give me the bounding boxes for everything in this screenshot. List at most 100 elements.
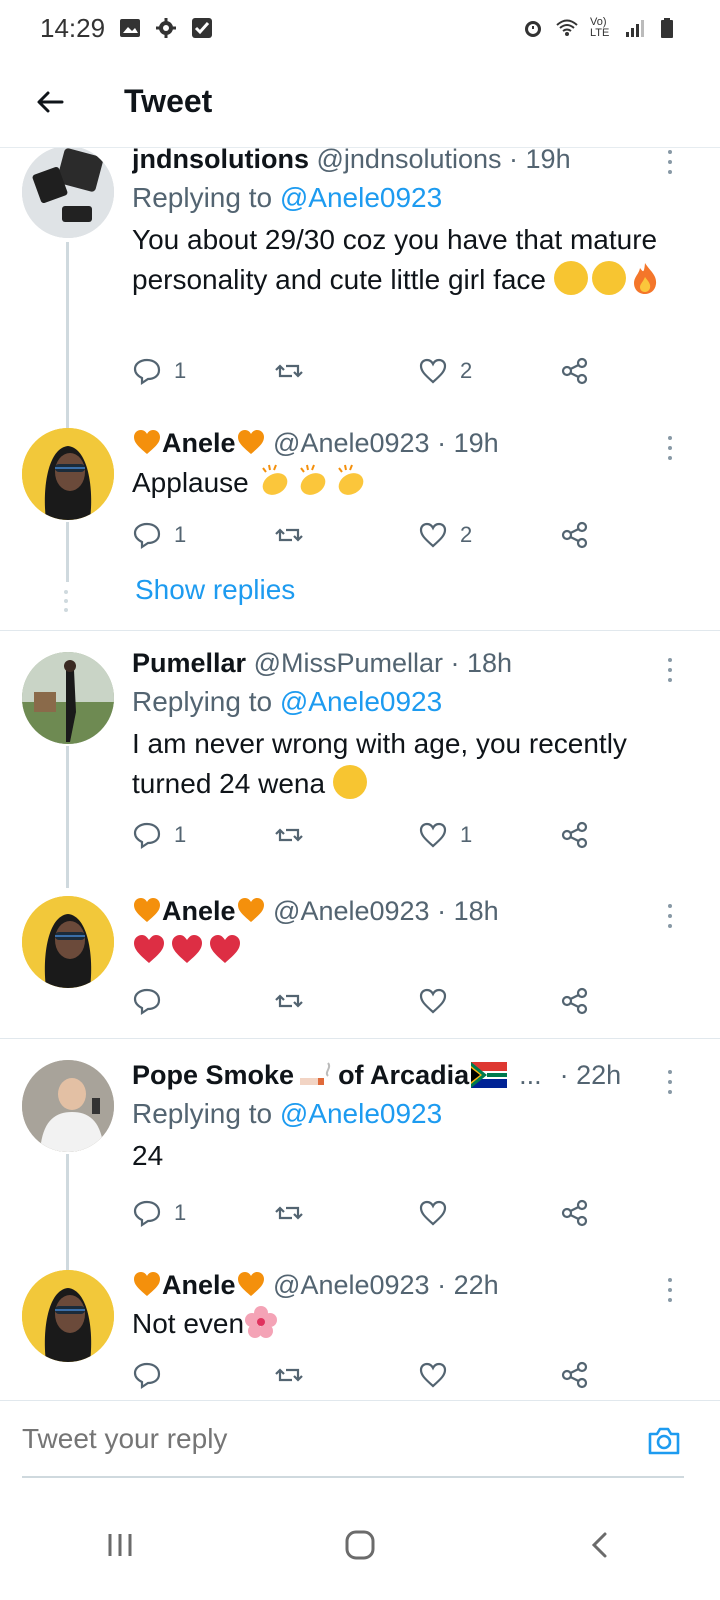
orange-heart-emoji <box>237 898 264 922</box>
avatar[interactable] <box>22 652 114 744</box>
tweet-item[interactable]: Anele @Anele0923 · 18h <box>0 896 720 1036</box>
retweet-action[interactable] <box>274 520 304 550</box>
reply-action[interactable] <box>132 1360 162 1390</box>
share-action[interactable] <box>560 356 590 386</box>
divider <box>0 1038 720 1039</box>
clapping-hands-emoji <box>299 464 325 495</box>
face-emoji <box>553 261 588 295</box>
like-action[interactable] <box>418 1360 448 1390</box>
alarm-icon <box>525 21 541 37</box>
author-handle[interactable]: @Anele0923 <box>273 428 430 458</box>
tweet-actions <box>132 1360 612 1400</box>
back-button[interactable] <box>20 72 80 132</box>
share-icon <box>561 521 588 549</box>
retweet-action[interactable] <box>274 1198 304 1228</box>
retweet-action[interactable] <box>274 1360 304 1390</box>
checkbox-icon <box>192 18 213 38</box>
reply-action[interactable] <box>132 986 162 1016</box>
face-emoji <box>591 261 626 295</box>
like-action[interactable]: 1 <box>418 820 472 850</box>
like-action[interactable]: 2 <box>418 520 472 550</box>
tweet-time: · 22h <box>437 1270 499 1300</box>
share-action[interactable] <box>560 520 590 550</box>
reply-action[interactable]: 1 <box>132 1198 186 1228</box>
red-heart-emoji <box>210 935 240 963</box>
reply-input[interactable] <box>22 1423 582 1455</box>
orange-heart-emoji <box>134 898 160 922</box>
reply-bar <box>0 1400 720 1482</box>
like-icon <box>419 1200 447 1226</box>
author-handle[interactable]: @MissPumellar <box>254 648 443 678</box>
tweet-item[interactable]: Anele @Anele0923 · 19h Applause 1 2 Show… <box>0 428 720 628</box>
avatar[interactable] <box>22 428 114 520</box>
like-action[interactable] <box>418 986 448 1016</box>
show-replies-link[interactable]: Show replies <box>135 574 295 606</box>
avatar[interactable] <box>22 148 114 238</box>
author-name[interactable]: Pumellar <box>132 648 246 678</box>
author-name[interactable]: jndnsolutions <box>132 148 309 174</box>
gallery-icon <box>120 19 141 37</box>
avatar-image <box>22 1270 114 1362</box>
author-handle[interactable]: @Anele0923 <box>273 1270 430 1300</box>
share-action[interactable] <box>560 820 590 850</box>
like-action[interactable] <box>418 1198 448 1228</box>
avatar-image <box>22 428 114 520</box>
avatar[interactable] <box>22 896 114 988</box>
retweet-action[interactable] <box>274 820 304 850</box>
like-action[interactable]: 2 <box>418 356 472 386</box>
thread-line <box>66 1154 69 1280</box>
author-name-suffix[interactable]: of Arcadia <box>338 1058 469 1092</box>
tweet-time: · 18h <box>437 896 499 926</box>
author-name[interactable]: Pope Smoke <box>132 1058 294 1092</box>
avatar[interactable] <box>22 1270 114 1362</box>
retweet-action[interactable] <box>274 986 304 1016</box>
tweet-time: · 22h <box>559 1060 622 1090</box>
share-action[interactable] <box>560 986 590 1016</box>
mention-link[interactable]: @Anele0923 <box>280 1098 442 1129</box>
replying-label: Replying to <box>132 686 280 717</box>
recents-button[interactable] <box>90 1515 150 1575</box>
thread-line <box>66 242 69 428</box>
wifi-icon <box>556 19 578 36</box>
clapping-hands-emoji <box>337 464 363 495</box>
retweet-action[interactable] <box>274 356 304 386</box>
reply-icon <box>133 522 161 550</box>
mention-link[interactable]: @Anele0923 <box>280 182 442 213</box>
thinking-face-emoji <box>332 765 367 799</box>
page-title: Tweet <box>124 83 213 119</box>
reply-count: 1 <box>174 522 187 547</box>
author-name[interactable]: Anele <box>162 896 236 926</box>
author-handle[interactable]: @Anele0923 <box>273 896 430 926</box>
mention-link[interactable]: @Anele0923 <box>280 686 442 717</box>
tweet-item[interactable]: Anele @Anele0923 · 22h Not even <box>0 1270 720 1410</box>
tweet-item[interactable]: jndnsolutions @jndnsolutions · 19h Reply… <box>0 148 720 428</box>
share-action[interactable] <box>560 1198 590 1228</box>
share-action[interactable] <box>560 1360 590 1390</box>
tweet-actions: 1 <box>132 1198 612 1238</box>
status-bar: 14:29 Vo) LTE <box>0 0 720 56</box>
back-nav-button[interactable] <box>570 1515 630 1575</box>
like-icon <box>419 822 447 848</box>
tweet-text: 24 <box>132 1140 164 1171</box>
home-button[interactable] <box>330 1515 390 1575</box>
share-icon <box>561 821 588 849</box>
camera-icon[interactable] <box>646 1423 682 1459</box>
network-label: Vo) LTE <box>590 16 610 39</box>
back-nav-icon <box>591 1532 607 1558</box>
reply-action[interactable]: 1 <box>132 820 186 850</box>
signal-icon <box>626 20 644 37</box>
orange-heart-emoji <box>134 1272 160 1296</box>
reply-action[interactable]: 1 <box>132 356 186 386</box>
share-icon <box>561 987 588 1015</box>
author-handle[interactable]: @jndnsolutions <box>317 148 502 174</box>
tweet-feed[interactable]: jndnsolutions @jndnsolutions · 19h Reply… <box>0 148 720 1428</box>
avatar[interactable] <box>22 1060 114 1152</box>
author-name[interactable]: Anele <box>162 1270 236 1300</box>
like-count: 2 <box>460 522 473 547</box>
tweet-item[interactable]: Pope Smoke of Arcadia ... · 22h Replying… <box>0 1060 720 1280</box>
author-name[interactable]: Anele <box>162 428 236 458</box>
retweet-icon <box>275 1368 303 1382</box>
reply-action[interactable]: 1 <box>132 520 186 550</box>
tweet-item[interactable]: Pumellar @MissPumellar · 18h Replying to… <box>0 648 720 888</box>
retweet-icon <box>275 828 303 842</box>
